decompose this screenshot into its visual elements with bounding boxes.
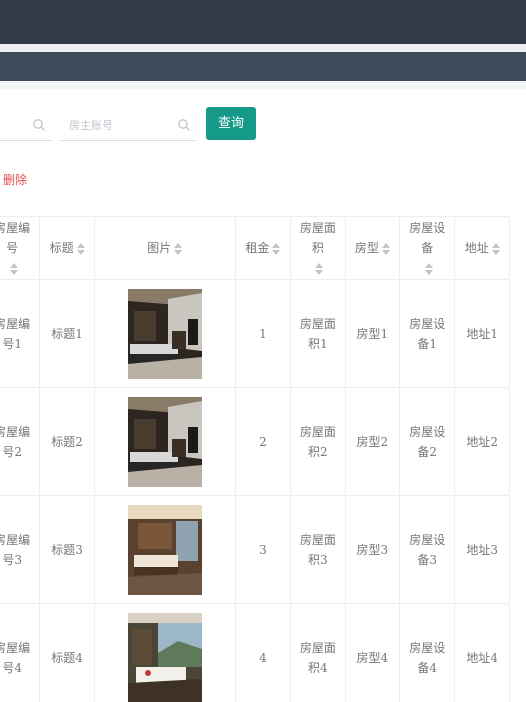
cell-equipment: 房屋设备2 xyxy=(399,387,456,496)
sort-icon[interactable] xyxy=(315,262,324,275)
col-header-rent[interactable]: 租金 xyxy=(234,216,292,280)
house-table: 房屋编号 标题 图片 租金 房屋面积 房型 房屋设备 地址 房屋编号1 标题1 xyxy=(0,216,510,702)
cell-house-no: 房屋编号1 xyxy=(0,279,41,388)
col-header-address[interactable]: 地址 xyxy=(454,216,510,280)
cell-area: 房屋面积1 xyxy=(290,279,346,388)
nav-divider xyxy=(0,81,526,89)
col-header-label: 房屋面积 xyxy=(299,221,336,255)
col-header-label: 租金 xyxy=(245,241,270,255)
col-header-label: 房屋编号 xyxy=(0,221,31,255)
col-header-area[interactable]: 房屋面积 xyxy=(290,216,346,280)
cell-house-no: 房屋编号2 xyxy=(0,387,41,496)
top-header-bar xyxy=(0,0,526,44)
col-header-label: 房屋设备 xyxy=(409,221,446,255)
table-row[interactable]: 房屋编号4 标题4 4 房屋面积4 房型4 房屋设备4 地址4 xyxy=(0,603,510,702)
cell-type: 房型2 xyxy=(344,387,401,496)
cell-title: 标题4 xyxy=(39,603,95,702)
sort-icon[interactable] xyxy=(491,242,500,255)
cell-rent: 1 xyxy=(234,279,292,388)
cell-address: 地址2 xyxy=(454,387,510,496)
cell-title: 标题1 xyxy=(39,279,95,388)
table-row[interactable]: 房屋编号2 标题2 2 房屋面积2 房型2 房屋设备2 地址2 xyxy=(0,387,510,496)
search-field-1[interactable] xyxy=(0,109,52,141)
col-header-image[interactable]: 图片 xyxy=(93,216,236,280)
bedroom-photo[interactable] xyxy=(127,396,202,487)
search-icon xyxy=(33,119,45,131)
sort-icon[interactable] xyxy=(272,242,281,255)
cell-house-no: 房屋编号3 xyxy=(0,495,41,604)
bedroom-photo[interactable] xyxy=(127,288,202,379)
cell-rent: 4 xyxy=(234,603,292,702)
col-header-title[interactable]: 标题 xyxy=(39,216,95,280)
cell-house-no: 房屋编号4 xyxy=(0,603,41,702)
nav-bar xyxy=(0,52,526,81)
sort-icon[interactable] xyxy=(76,242,85,255)
sort-icon[interactable] xyxy=(9,262,18,275)
bedroom-photo[interactable] xyxy=(127,504,202,595)
col-header-house-no[interactable]: 房屋编号 xyxy=(0,216,41,280)
col-header-type[interactable]: 房型 xyxy=(344,216,401,280)
cell-type: 房型4 xyxy=(344,603,401,702)
cell-area: 房屋面积2 xyxy=(290,387,346,496)
sort-icon[interactable] xyxy=(381,242,390,255)
cell-title: 标题3 xyxy=(39,495,95,604)
owner-account-placeholder: 房主账号 xyxy=(69,119,113,132)
cell-type: 房型1 xyxy=(344,279,401,388)
sort-icon[interactable] xyxy=(174,242,183,255)
cell-image xyxy=(93,387,236,496)
cell-image xyxy=(93,495,236,604)
col-header-label: 图片 xyxy=(147,241,172,255)
cell-area: 房屋面积4 xyxy=(290,603,346,702)
col-header-equipment[interactable]: 房屋设备 xyxy=(399,216,456,280)
cell-title: 标题2 xyxy=(39,387,95,496)
col-header-label: 房型 xyxy=(354,241,379,255)
table-row[interactable]: 房屋编号1 标题1 1 房屋面积1 房型1 房屋设备1 地址1 xyxy=(0,279,510,388)
search-icon xyxy=(178,119,190,131)
cell-type: 房型3 xyxy=(344,495,401,604)
table-row[interactable]: 房屋编号3 标题3 3 房屋面积3 房型3 房屋设备3 地址3 xyxy=(0,495,510,604)
cell-area: 房屋面积3 xyxy=(290,495,346,604)
query-button[interactable]: 查询 xyxy=(206,107,256,140)
col-header-label: 标题 xyxy=(49,241,74,255)
cell-image xyxy=(93,603,236,702)
cell-address: 地址1 xyxy=(454,279,510,388)
owner-account-input[interactable]: 房主账号 xyxy=(59,109,197,141)
bedroom-photo[interactable] xyxy=(127,612,202,702)
cell-address: 地址4 xyxy=(454,603,510,702)
header-divider xyxy=(0,44,526,52)
cell-equipment: 房屋设备1 xyxy=(399,279,456,388)
cell-address: 地址3 xyxy=(454,495,510,604)
col-header-label: 地址 xyxy=(464,241,489,255)
cell-equipment: 房屋设备4 xyxy=(399,603,456,702)
cell-rent: 3 xyxy=(234,495,292,604)
cell-image xyxy=(93,279,236,388)
cell-rent: 2 xyxy=(234,387,292,496)
delete-button[interactable]: 删除 xyxy=(3,171,27,188)
sort-icon[interactable] xyxy=(424,262,433,275)
table-header-row: 房屋编号 标题 图片 租金 房屋面积 房型 房屋设备 地址 xyxy=(0,216,510,280)
cell-equipment: 房屋设备3 xyxy=(399,495,456,604)
